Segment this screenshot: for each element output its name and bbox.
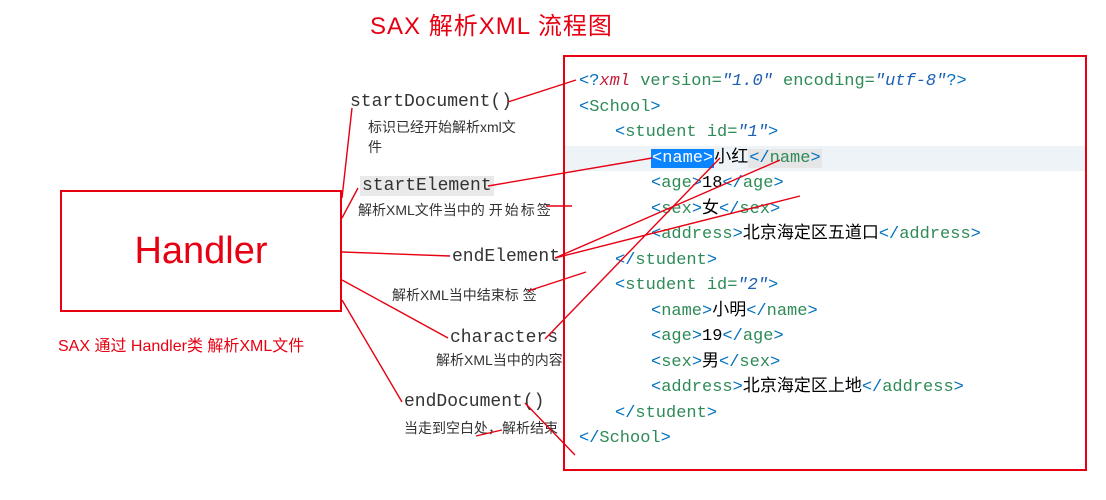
callout-end-element-desc: 解析XML当中结束标 签 (392, 285, 537, 305)
diagram-title: SAX 解析XML 流程图 (370, 6, 613, 41)
xml-school-close: </School> (579, 426, 1075, 452)
xml-name1-line: <name>小红</name> (565, 146, 1085, 172)
handler-box: Handler (60, 190, 342, 312)
xml-name1-open-highlight: <name> (651, 149, 714, 168)
callout-start-element-desc: 解析XML文件当中的开始标签 (358, 200, 553, 220)
xml-name2: <name>小明</name> (579, 299, 1075, 325)
callout-start-document-desc: 标识已经开始解析xml文件 (368, 117, 528, 158)
callout-characters-desc: 解析XML当中的内容 (436, 350, 563, 370)
xml-student1-open: <student id="1"> (579, 120, 1075, 146)
xml-address2: <address>北京海定区上地</address> (579, 375, 1075, 401)
callout-start-document: startDocument() (350, 92, 512, 112)
callout-end-document: endDocument() (404, 392, 544, 412)
xml-student2-open: <student id="2"> (579, 273, 1075, 299)
xml-code-box: <?xml version="1.0" encoding="utf-8"?> <… (563, 55, 1087, 471)
xml-sex2: <sex>男</sex> (579, 350, 1075, 376)
xml-name1-close-highlight: </name> (748, 149, 821, 168)
callout-end-document-desc: 当走到空白处，解析结束 (404, 418, 558, 438)
callout-characters: characters (450, 328, 558, 348)
handler-caption: SAX 通过 Handler类 解析XML文件 (58, 332, 304, 356)
xml-prolog: <?xml version="1.0" encoding="utf-8"?> (579, 69, 1075, 95)
xml-school-open: <School> (579, 95, 1075, 121)
xml-address1: <address>北京海定区五道口</address> (579, 222, 1075, 248)
xml-age2: <age>19</age> (579, 324, 1075, 350)
xml-age1: <age>18</age> (579, 171, 1075, 197)
xml-student1-close: </student> (579, 248, 1075, 274)
callout-start-element: startElement (360, 176, 494, 196)
handler-label: Handler (134, 230, 267, 273)
callout-start-element-desc-a: 解析XML文件当中的 (358, 202, 485, 218)
callout-start-element-desc-b: 开始标签 (489, 202, 553, 218)
xml-sex1: <sex>女</sex> (579, 197, 1075, 223)
xml-student2-close: </student> (579, 401, 1075, 427)
callout-end-element: endElement (452, 247, 560, 267)
